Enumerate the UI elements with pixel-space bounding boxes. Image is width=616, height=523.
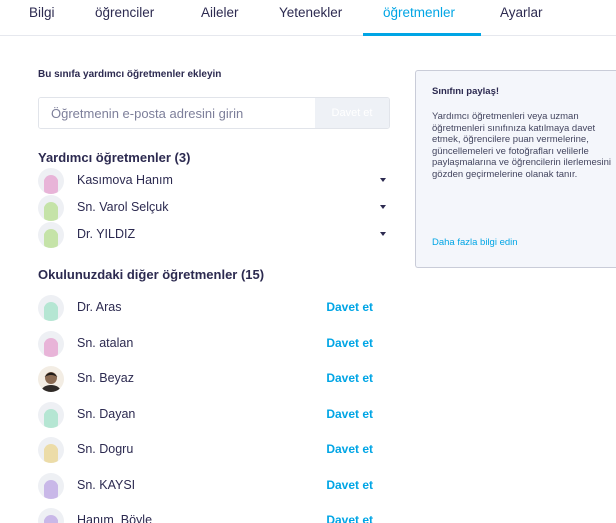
- teacher-name: Sn. atalan: [77, 335, 134, 350]
- active-tab-indicator: [363, 33, 481, 36]
- avatar: [38, 437, 64, 463]
- invite-teacher-link[interactable]: Davet et: [326, 336, 373, 350]
- teacher-name: Sn. Dayan: [77, 406, 136, 421]
- school-teachers-heading: Okulunuzdaki diğer öğretmenler (15): [38, 267, 265, 282]
- school-teacher-row: Dr. Aras Davet et: [38, 295, 390, 321]
- share-card-title: Sınıfını paylaş!: [432, 86, 500, 97]
- avatar: [38, 295, 64, 321]
- teacher-name: Sn. KAYSI: [77, 477, 136, 492]
- avatar: [38, 168, 64, 194]
- teacher-email-input[interactable]: [39, 98, 315, 128]
- invite-form: Davet et: [38, 97, 390, 129]
- avatar: [38, 472, 64, 499]
- avatar: [38, 508, 64, 523]
- invite-teacher-link[interactable]: Davet et: [326, 407, 373, 421]
- chevron-down-icon[interactable]: [380, 178, 386, 182]
- co-teachers-heading: Yardımcı öğretmenler (3): [38, 150, 191, 165]
- teacher-name: Dr. Aras: [77, 300, 122, 314]
- avatar: [38, 366, 64, 392]
- invite-button[interactable]: Davet et: [315, 98, 389, 128]
- school-teacher-row: Hanım_Böyle Davet et: [38, 508, 390, 523]
- school-teacher-row: Sn. Dogru Davet et: [38, 437, 390, 463]
- invite-section-title: Bu sınıfa yardımcı öğretmenler ekleyin: [38, 69, 222, 80]
- teacher-name: Sn. Beyaz: [77, 371, 134, 385]
- tab-yetenekler[interactable]: Yetenekler: [279, 5, 342, 20]
- chevron-down-icon[interactable]: [380, 205, 386, 209]
- avatar: [38, 330, 64, 357]
- co-teacher-row: Sn. Varol Selçuk: [38, 195, 390, 221]
- invite-teacher-link[interactable]: Davet et: [326, 442, 373, 456]
- share-card-text: Yardımcı öğretmenleri veya uzman öğretme…: [432, 111, 611, 180]
- school-teacher-row: Sn. KAYSI Davet et: [38, 472, 390, 499]
- school-teacher-row: Sn. Beyaz Davet et: [38, 366, 390, 392]
- teacher-name: Sn. Dogru: [77, 442, 134, 456]
- co-teacher-row: Dr. YILDIZ: [38, 222, 390, 248]
- share-class-card: Sınıfını paylaş! Yardımcı öğretmenleri v…: [415, 70, 616, 268]
- invite-teacher-link[interactable]: Davet et: [326, 300, 373, 314]
- tab-ogretmenler[interactable]: öğretmenler: [383, 5, 455, 20]
- school-teacher-row: Sn. Dayan Davet et: [38, 401, 390, 428]
- chevron-down-icon[interactable]: [380, 232, 386, 236]
- co-teacher-row: Kasımova Hanım: [38, 168, 390, 194]
- teacher-name: Sn. Varol Selçuk: [77, 200, 169, 214]
- invite-teacher-link[interactable]: Davet et: [326, 478, 373, 492]
- tab-bar: Bilgi öğrenciler Aileler Yetenekler öğre…: [0, 0, 616, 36]
- invite-teacher-link[interactable]: Davet et: [326, 513, 373, 523]
- avatar: [38, 195, 64, 221]
- teacher-name: Kasımova Hanım: [77, 173, 173, 187]
- teacher-name: Dr. YILDIZ: [77, 227, 136, 241]
- tab-bilgi[interactable]: Bilgi: [29, 5, 55, 20]
- avatar: [38, 222, 64, 248]
- tab-ayarlar[interactable]: Ayarlar: [500, 5, 543, 20]
- learn-more-link[interactable]: Daha fazla bilgi edin: [432, 237, 518, 248]
- school-teacher-row: Sn. atalan Davet et: [38, 330, 390, 357]
- invite-teacher-link[interactable]: Davet et: [326, 371, 373, 385]
- teacher-name: Hanım_Böyle: [77, 513, 153, 523]
- tab-ogrenciler[interactable]: öğrenciler: [95, 5, 154, 20]
- avatar: [38, 401, 64, 428]
- tab-aileler[interactable]: Aileler: [201, 5, 239, 20]
